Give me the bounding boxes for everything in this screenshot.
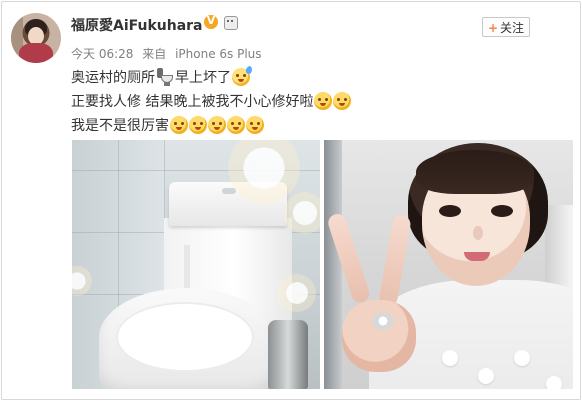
post-source-prefix: 来自 <box>142 47 167 61</box>
follow-button[interactable]: + 关注 <box>482 17 530 37</box>
laugh-face-emoji-icon <box>246 116 264 134</box>
robot-badge-icon <box>224 16 238 30</box>
toilet-icon <box>157 68 173 86</box>
post-line-1-text-2: 早上坏了 <box>175 70 231 86</box>
post-time[interactable]: 今天 06:28 <box>71 47 133 61</box>
post-text: 奥运村的厕所 早上坏了 正要找人修 结果晚上被我不小心修好啦 我是不是很厉害 <box>71 65 551 138</box>
laugh-face-emoji-icon <box>170 116 188 134</box>
grin-face-emoji-icon <box>314 92 333 110</box>
avatar[interactable] <box>11 13 61 63</box>
post-image-toilet[interactable] <box>72 140 320 389</box>
laugh-face-emoji-icon <box>227 116 245 134</box>
post-image-selfie[interactable] <box>324 140 573 389</box>
laugh-face-emoji-icon <box>189 116 207 134</box>
post-line-2: 正要找人修 结果晚上被我不小心修好啦 <box>71 90 551 114</box>
post-line-1-text: 奥运村的厕所 <box>71 70 155 86</box>
laugh-face-emoji-icon <box>208 116 226 134</box>
plus-icon: + <box>487 21 499 35</box>
post-line-2-text: 正要找人修 结果晚上被我不小心修好啦 <box>71 94 314 110</box>
post-line-3: 我是不是很厉害 <box>71 114 551 138</box>
grin-face-emoji-icon <box>333 92 352 110</box>
weibo-post-card: 福原愛AiFukuhara +关注 今天 06:28 来自 iPhone 6s … <box>1 1 581 400</box>
user-name[interactable]: 福原愛AiFukuhara <box>71 15 203 35</box>
post-line-1: 奥运村的厕所 早上坏了 <box>71 65 551 90</box>
verified-v-badge-icon <box>204 14 218 29</box>
follow-button-label: 关注 <box>500 21 525 35</box>
post-meta: 今天 06:28 来自 iPhone 6s Plus <box>71 45 267 62</box>
post-source-device[interactable]: iPhone 6s Plus <box>175 47 261 61</box>
post-line-3-text: 我是不是很厉害 <box>71 118 169 134</box>
sweat-face-emoji-icon <box>232 65 253 86</box>
